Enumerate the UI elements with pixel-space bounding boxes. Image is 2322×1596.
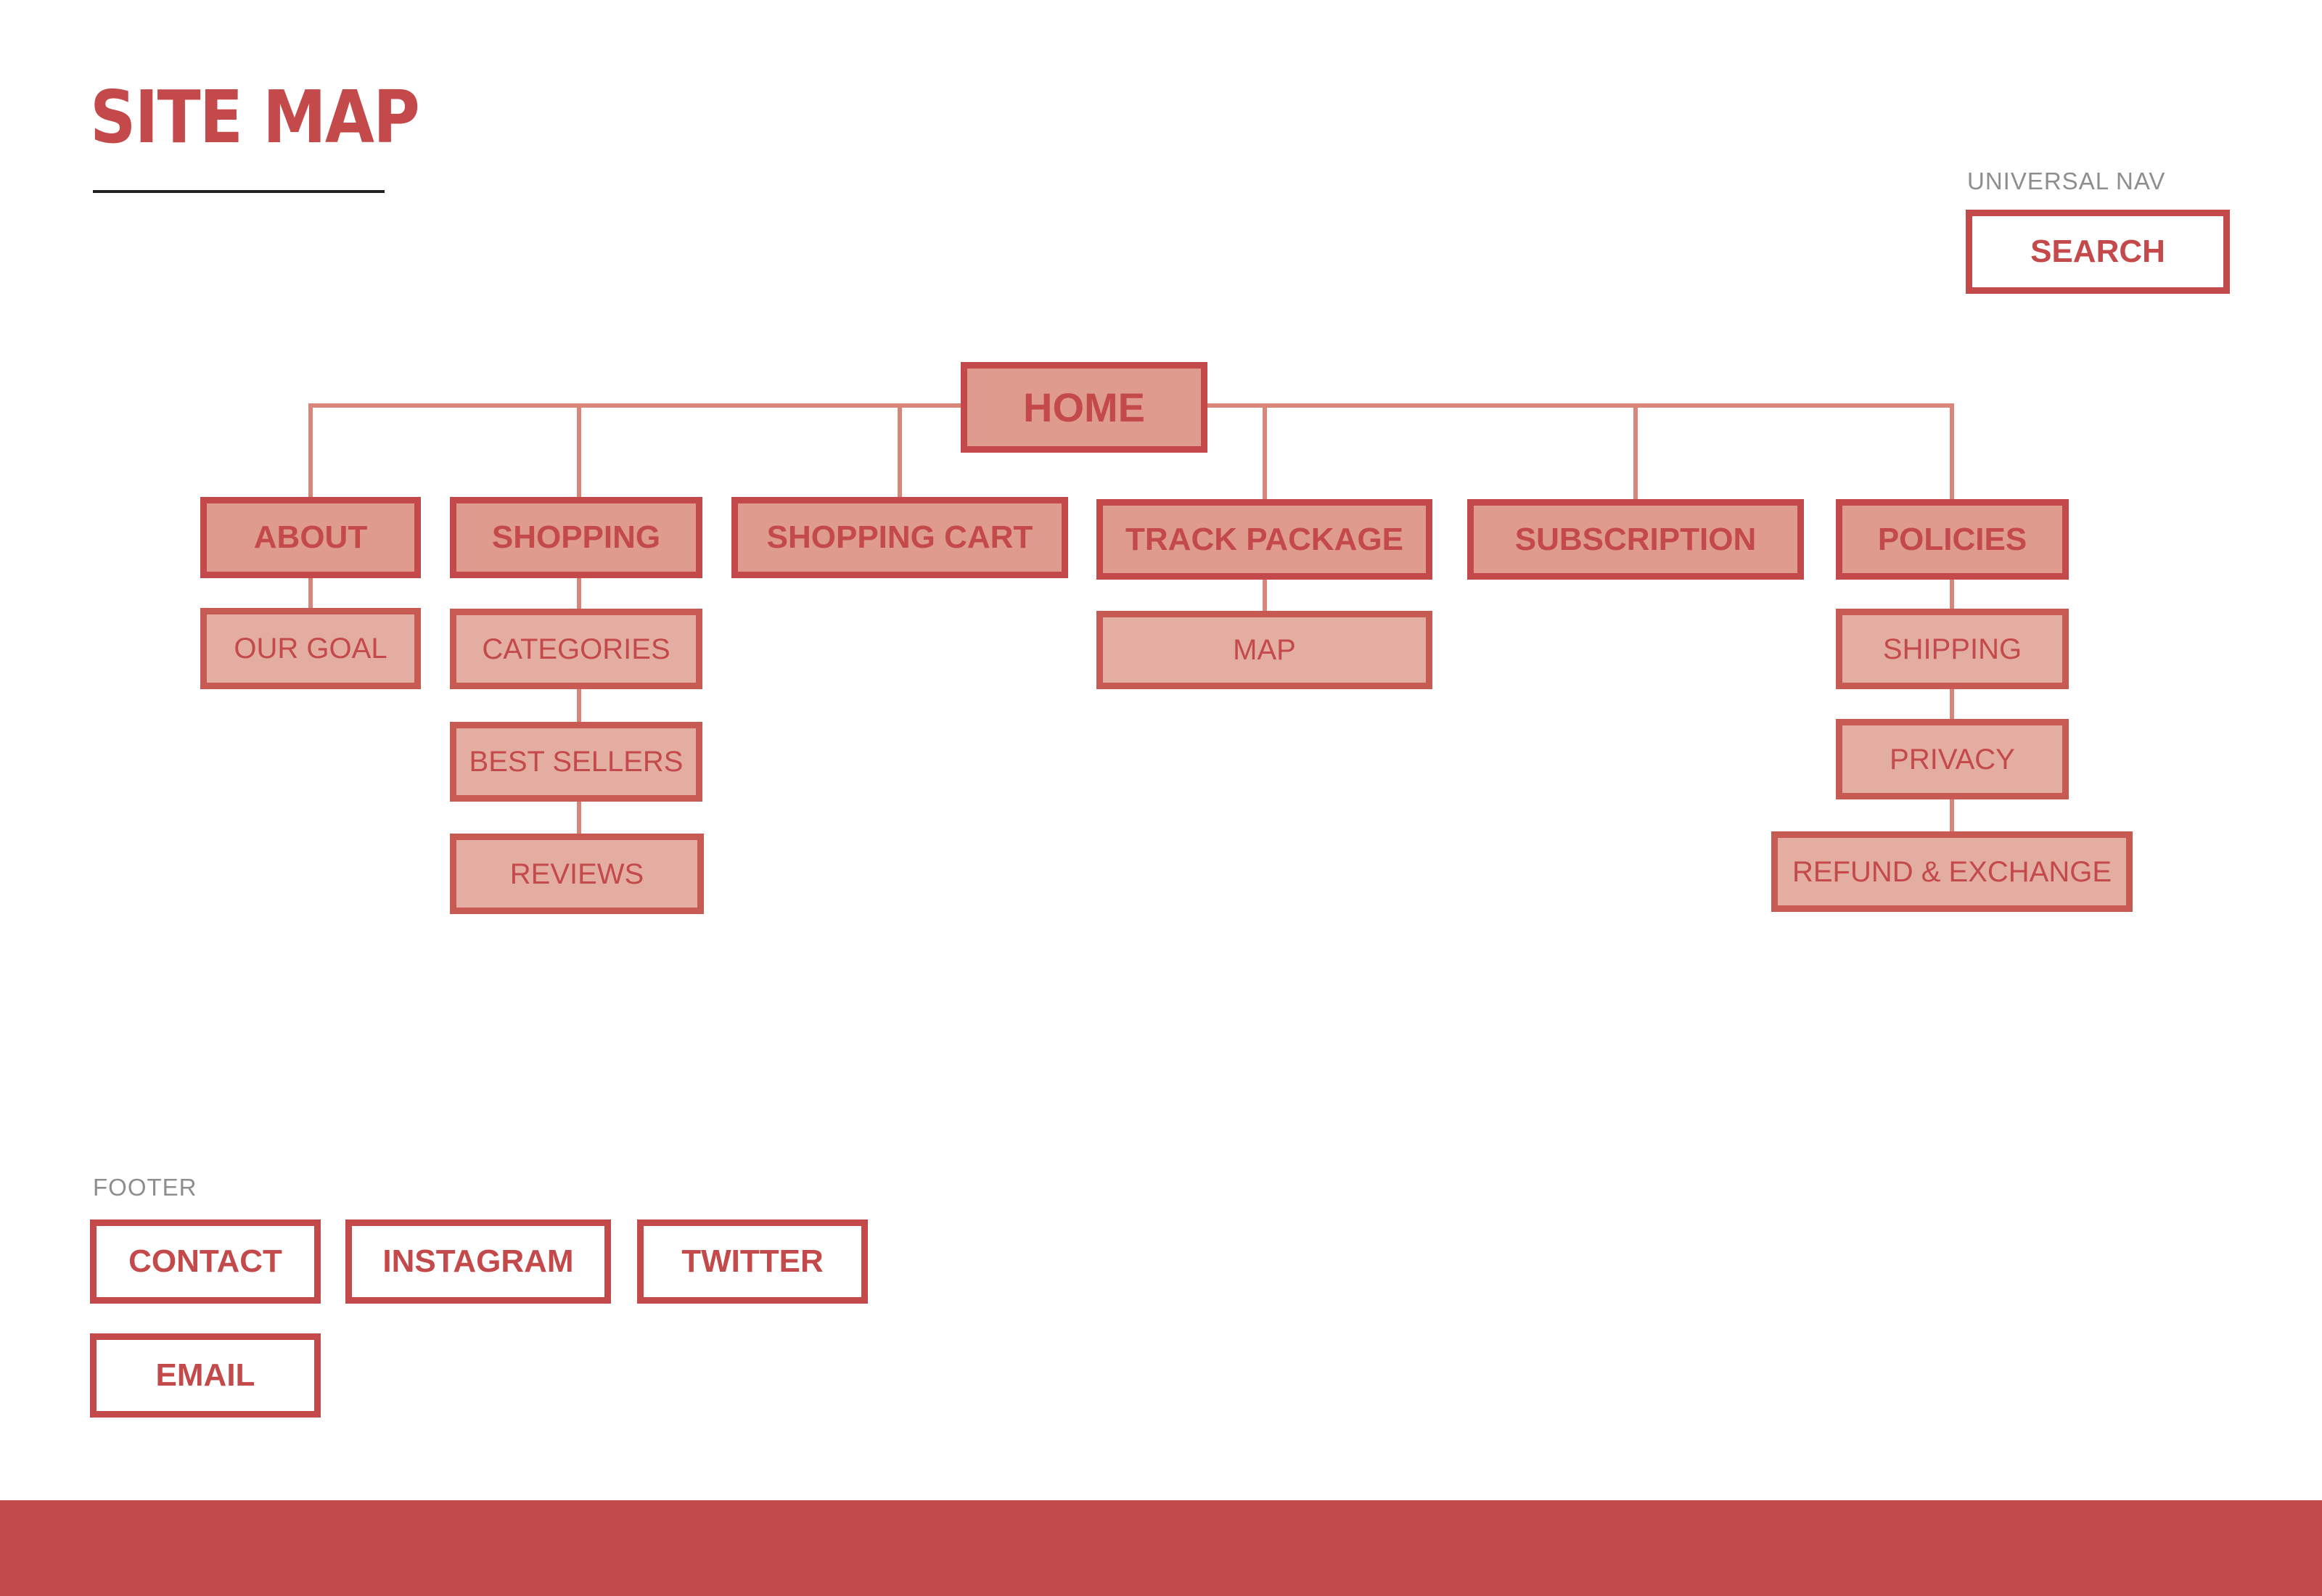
node-categories[interactable]: CATEGORIES <box>450 609 702 689</box>
footer-email-button[interactable]: EMAIL <box>90 1333 321 1418</box>
node-refund-exchange[interactable]: REFUND & EXCHANGE <box>1771 831 2133 912</box>
connector-shopping <box>577 403 581 501</box>
node-best-sellers[interactable]: BEST SELLERS <box>450 722 702 802</box>
connector-subscription <box>1633 403 1638 502</box>
node-our-goal[interactable]: OUR GOAL <box>200 608 421 689</box>
node-home[interactable]: HOME <box>961 362 1207 453</box>
footer-contact-button[interactable]: CONTACT <box>90 1219 321 1304</box>
connector-shopping-cart <box>898 403 902 501</box>
node-privacy[interactable]: PRIVACY <box>1836 719 2069 799</box>
connector-best-sellers-reviews <box>577 800 581 836</box>
universal-nav-label: UNIVERSAL NAV <box>1967 168 2166 194</box>
node-policies[interactable]: POLICIES <box>1836 499 2069 580</box>
node-shipping[interactable]: SHIPPING <box>1836 609 2069 689</box>
connector-shipping-privacy <box>1950 688 1954 721</box>
node-map[interactable]: MAP <box>1096 611 1432 689</box>
node-about[interactable]: ABOUT <box>200 497 421 578</box>
connector-categories-best-sellers <box>577 688 581 724</box>
connector-policies <box>1950 403 1954 502</box>
connector-track-map <box>1263 578 1267 613</box>
footer-label: FOOTER <box>93 1174 197 1201</box>
title-underline <box>93 190 385 193</box>
node-track-package[interactable]: TRACK PACKAGE <box>1096 499 1432 580</box>
node-subscription[interactable]: SUBSCRIPTION <box>1467 499 1804 580</box>
connector-about <box>308 403 313 501</box>
connector-privacy-refund <box>1950 798 1954 834</box>
footer-instagram-button[interactable]: INSTAGRAM <box>345 1219 611 1304</box>
search-button[interactable]: SEARCH <box>1966 210 2230 294</box>
bottom-color-band <box>0 1500 2322 1596</box>
node-shopping-cart[interactable]: SHOPPING CART <box>731 497 1068 578</box>
node-reviews[interactable]: REVIEWS <box>450 834 704 914</box>
page-title: SITE MAP <box>90 75 420 160</box>
footer-twitter-button[interactable]: TWITTER <box>637 1219 868 1304</box>
connector-policies-shipping <box>1950 578 1954 611</box>
node-shopping[interactable]: SHOPPING <box>450 497 702 578</box>
connector-shopping-categories <box>577 577 581 610</box>
connector-about-our-goal <box>308 577 313 610</box>
connector-track-package <box>1263 403 1267 502</box>
